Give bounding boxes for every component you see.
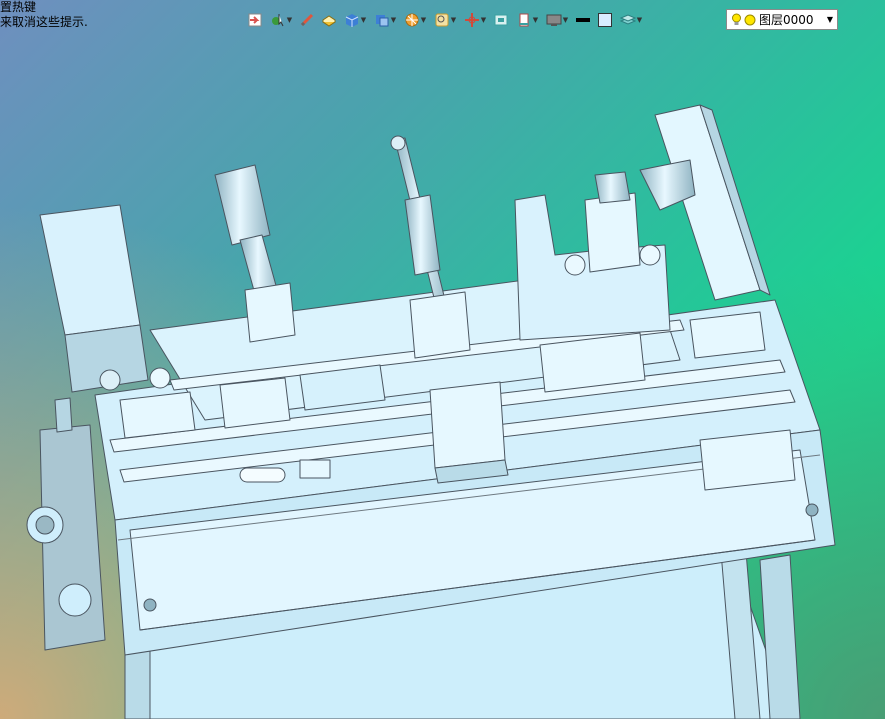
dropdown-arrow-icon: ▼ bbox=[390, 16, 397, 24]
zoom-button[interactable]: ▼ bbox=[430, 9, 460, 31]
slider-block-4 bbox=[689, 311, 766, 359]
render-style-button[interactable] bbox=[318, 9, 340, 31]
chevron-down-icon[interactable]: ▼ bbox=[823, 15, 837, 24]
dropdown-arrow-icon: ▼ bbox=[532, 16, 539, 24]
slider-block-5 bbox=[119, 391, 196, 439]
cylinder-left bbox=[214, 164, 271, 246]
layer-name: 图层0000 bbox=[759, 13, 814, 27]
orientation-button[interactable]: ▼ bbox=[400, 9, 430, 31]
right-bracket bbox=[699, 429, 796, 491]
dropdown-arrow-icon: ▼ bbox=[450, 16, 457, 24]
lightbulb-icon bbox=[732, 13, 741, 25]
layer-manager-button[interactable]: ▼ bbox=[616, 9, 646, 31]
dropdown-arrow-icon: ▼ bbox=[420, 16, 427, 24]
pick-filter-icon bbox=[271, 14, 284, 27]
layer-manager-icon bbox=[619, 14, 636, 25]
layer-select[interactable]: 图层0000 ▼ bbox=[726, 9, 838, 30]
dropdown-arrow-icon: ▼ bbox=[562, 16, 569, 24]
select-button[interactable] bbox=[244, 9, 266, 31]
air-cylinder bbox=[584, 192, 641, 273]
dropdown-arrow-icon: ▼ bbox=[480, 16, 487, 24]
color-swatch-button[interactable] bbox=[594, 9, 616, 31]
hint-line-1: 置热键 bbox=[0, 0, 37, 14]
line-style-icon bbox=[576, 18, 590, 22]
select-icon bbox=[248, 13, 262, 27]
zoom-icon bbox=[435, 13, 449, 27]
clip-button[interactable]: ▼ bbox=[512, 9, 542, 31]
fit-button[interactable] bbox=[490, 9, 512, 31]
motor-housing bbox=[39, 204, 141, 336]
dropdown-arrow-icon: ▼ bbox=[360, 16, 367, 24]
layer-state-icons bbox=[731, 13, 756, 27]
orientation-icon bbox=[405, 13, 419, 27]
display-icon bbox=[546, 14, 562, 26]
measure-button[interactable] bbox=[296, 9, 318, 31]
cad-model bbox=[26, 104, 836, 719]
color-swatch-icon bbox=[598, 13, 612, 27]
view-cube-icon bbox=[345, 14, 359, 27]
section-view-button[interactable]: ▼ bbox=[370, 9, 400, 31]
dropdown-arrow-icon: ▼ bbox=[286, 16, 293, 24]
display-button[interactable]: ▼ bbox=[542, 9, 572, 31]
pick-filter-button[interactable]: ▼ bbox=[266, 9, 296, 31]
render-style-icon bbox=[322, 15, 336, 27]
cylinder-left-base bbox=[244, 282, 296, 343]
carriage-block bbox=[429, 381, 506, 469]
pan-button[interactable]: ▼ bbox=[460, 9, 490, 31]
clip-icon bbox=[519, 13, 529, 27]
dropdown-arrow-icon: ▼ bbox=[636, 16, 643, 24]
hint-line-2: 来取消这些提示. bbox=[0, 15, 88, 29]
slider-block-1 bbox=[219, 377, 291, 429]
fit-icon bbox=[494, 14, 508, 26]
hint-text: 置热键 来取消这些提示. bbox=[0, 0, 88, 30]
line-style-button[interactable] bbox=[572, 9, 594, 31]
measure-icon bbox=[300, 13, 314, 27]
sun-icon bbox=[744, 14, 756, 25]
screw-mount bbox=[409, 291, 471, 359]
view-cube-button[interactable]: ▼ bbox=[340, 9, 370, 31]
pan-icon bbox=[464, 13, 479, 27]
section-view-icon bbox=[375, 15, 389, 27]
view-toolbar: ▼ ▼ ▼ ▼ ▼ ▼ ▼ ▼ ▼ bbox=[244, 8, 646, 32]
3d-viewport[interactable]: 置热键 来取消这些提示. ▼ ▼ ▼ ▼ ▼ ▼ ▼ ▼ ▼ 图层0000 ▼ bbox=[0, 0, 885, 719]
